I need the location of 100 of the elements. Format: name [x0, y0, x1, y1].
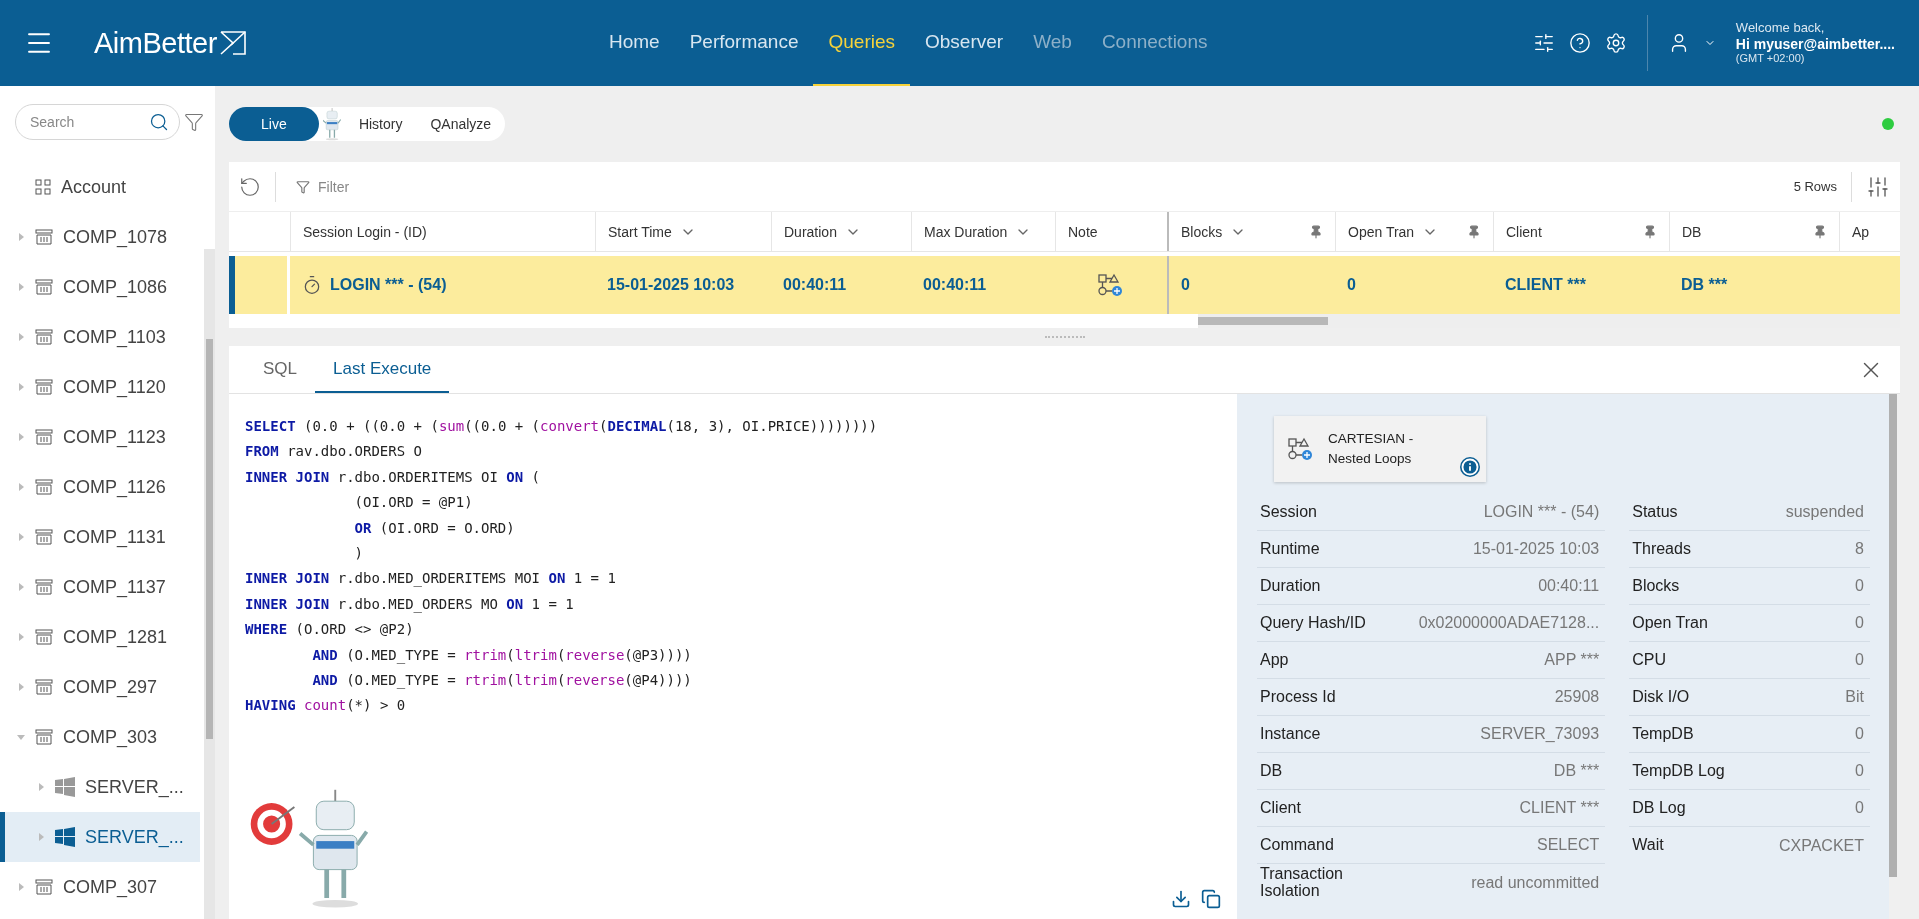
tree-item[interactable]: COMP_1126	[0, 462, 200, 512]
building-icon	[35, 379, 53, 395]
column-header[interactable]: Note	[1055, 212, 1167, 251]
detail-value: SELECT	[1536, 836, 1600, 854]
detail-value: 25908	[1554, 688, 1600, 706]
building-icon	[35, 479, 53, 495]
tree-item[interactable]: COMP_1103	[0, 312, 200, 362]
logo: AimBetter	[94, 26, 217, 60]
nav-tab[interactable]: Queries	[813, 0, 910, 86]
settings-icon[interactable]	[1604, 32, 1627, 54]
detail-label: Runtime	[1260, 540, 1320, 558]
detail-value: suspended	[1785, 503, 1864, 521]
detail-value: 0	[1855, 799, 1864, 817]
mode-tab[interactable]: History	[344, 107, 417, 141]
detail-value: 0	[1855, 762, 1864, 780]
tree-item[interactable]: Account	[0, 162, 200, 212]
building-icon	[35, 629, 53, 645]
detail-value: read uncommitted	[1471, 873, 1600, 892]
tree-item[interactable]: COMP_1086	[0, 262, 200, 312]
tree-item[interactable]: SERVER_...	[0, 812, 200, 862]
column-header[interactable]: DB	[1669, 212, 1839, 251]
tree-item[interactable]: COMP_303	[0, 712, 200, 762]
resize-handle[interactable]	[1044, 335, 1085, 339]
tree-item[interactable]: COMP_1137	[0, 562, 200, 612]
tree-item[interactable]: COMP_1078	[0, 212, 200, 262]
column-header[interactable]: Duration	[771, 212, 911, 251]
nav-tab[interactable]: Home	[594, 0, 675, 86]
download-icon[interactable]	[1171, 889, 1191, 909]
tree-item[interactable]: COMP_1123	[0, 412, 200, 462]
windows-icon	[55, 827, 75, 847]
building-icon	[35, 729, 53, 745]
detail-tab[interactable]: Last Execute	[315, 359, 450, 393]
tree-item[interactable]: COMP_297	[0, 662, 200, 712]
detail-tab[interactable]: SQL	[245, 359, 316, 393]
detail-label: Client	[1260, 799, 1301, 817]
search-input[interactable]: Search	[28, 113, 138, 131]
column-header[interactable]: Session Login - (ID)	[290, 212, 595, 251]
detail-value: CLIENT ***	[1519, 799, 1600, 817]
windows-icon	[55, 777, 75, 797]
search-icon[interactable]	[149, 112, 169, 132]
column-header[interactable]: Open Tran	[1335, 212, 1493, 251]
table-cell: DB ***	[1681, 276, 1728, 294]
grid-icon	[35, 179, 51, 195]
building-icon	[35, 579, 53, 595]
detail-value: Bit	[1845, 688, 1864, 706]
detail-value: 0	[1855, 651, 1864, 669]
pin-icon[interactable]	[1309, 224, 1323, 239]
plan-icon	[1098, 273, 1124, 297]
column-header[interactable]: Blocks	[1167, 212, 1335, 251]
detail-value: 0x02000000ADAE7128...	[1418, 614, 1600, 632]
logo-mark-icon	[218, 30, 247, 56]
row-count: 5 Rows	[1793, 179, 1837, 194]
nav-tab[interactable]: Performance	[674, 0, 814, 86]
detail-value: SERVER_73093	[1480, 725, 1600, 743]
building-icon	[35, 529, 53, 545]
help-icon[interactable]	[1568, 32, 1591, 54]
scrollbar[interactable]	[1889, 394, 1897, 877]
detail-value: 0	[1855, 614, 1864, 632]
tree-item[interactable]: SERVER_...	[0, 762, 200, 812]
stopwatch-icon	[302, 275, 322, 295]
detail-label: Wait	[1632, 837, 1664, 854]
filter-icon[interactable]	[184, 112, 204, 132]
nav-tab[interactable]: Observer	[910, 0, 1019, 86]
column-header[interactable]: Max Duration	[911, 212, 1055, 251]
filter-icon	[296, 179, 310, 194]
refresh-icon[interactable]	[239, 175, 261, 198]
scrollbar[interactable]	[206, 339, 213, 739]
tree-item[interactable]: COMP_1120	[0, 362, 200, 412]
copy-icon[interactable]	[1201, 889, 1221, 909]
sql-code: SELECT (0.0 + ((0.0 + (sum((0.0 + (convert(DECIMAL(18, 3), OI.PRICE)))))))) FROM rav.dbo.ORDERS O INNER JOIN r.dbo.ORDERITEMS OI ON ( (OI.ORD = @P1) OR (OI.ORD = O.ORD) ) INNER JOIN r.dbo.MED_ORDERITEMS MOI ON 1 = 1 INNER JOIN r.dbo.MED_ORDERS MO ON 1 = 1 WHERE (O.ORD <> @P2) AND (O.MED_TYPE = rtrim(ltrim(reverse(@P3)))) AND (O.MED_TYPE = rtrim(ltrim(reverse(@P4)))) HAVING count(*) > 0	[245, 417, 879, 716]
column-header[interactable]: Ap	[1839, 212, 1885, 251]
column-header[interactable]: Start Time	[595, 212, 771, 251]
info-icon[interactable]	[1460, 457, 1480, 477]
mode-tab[interactable]: Live	[229, 107, 319, 141]
tree-item[interactable]: COMP_1131	[0, 512, 200, 562]
scrollbar[interactable]	[1198, 317, 1328, 325]
detail-value: 15-01-2025 10:03	[1472, 540, 1600, 558]
table-cell: 00:40:11	[923, 276, 987, 294]
column-header[interactable]: Client	[1493, 212, 1669, 251]
table-cell: CLIENT ***	[1505, 276, 1586, 294]
detail-label: Open Tran	[1632, 614, 1708, 632]
detail-value: 00:40:11	[1538, 577, 1600, 595]
plan-card[interactable]: CARTESIAN - Nested Loops	[1274, 416, 1486, 482]
building-icon	[35, 429, 53, 445]
pin-icon[interactable]	[1467, 224, 1481, 239]
filter-field[interactable]: Filter	[275, 171, 436, 202]
tree-item[interactable]: COMP_307	[0, 862, 200, 912]
detail-value: 0	[1855, 725, 1864, 743]
pin-icon[interactable]	[1813, 224, 1827, 239]
pin-icon[interactable]	[1643, 224, 1657, 239]
tree-item[interactable]: COMP_1281	[0, 612, 200, 662]
table-cell: 00:40:11	[783, 276, 847, 294]
settings-sliders-icon[interactable]	[1532, 32, 1555, 54]
detail-label: TempDB Log	[1632, 762, 1725, 780]
detail-value: CXPACKET	[1778, 836, 1864, 855]
table-cell: 0	[1181, 276, 1190, 294]
detail-label: Query Hash/ID	[1260, 614, 1366, 632]
table-row[interactable]: LOGIN *** - (54) 15-01-2025 10:03 00:40:11 00:40:11 0 0 CLIENT *** DB ***	[229, 256, 1900, 314]
detail-label: DB	[1260, 762, 1283, 780]
mode-tab[interactable]: QAnalyze	[416, 107, 506, 141]
